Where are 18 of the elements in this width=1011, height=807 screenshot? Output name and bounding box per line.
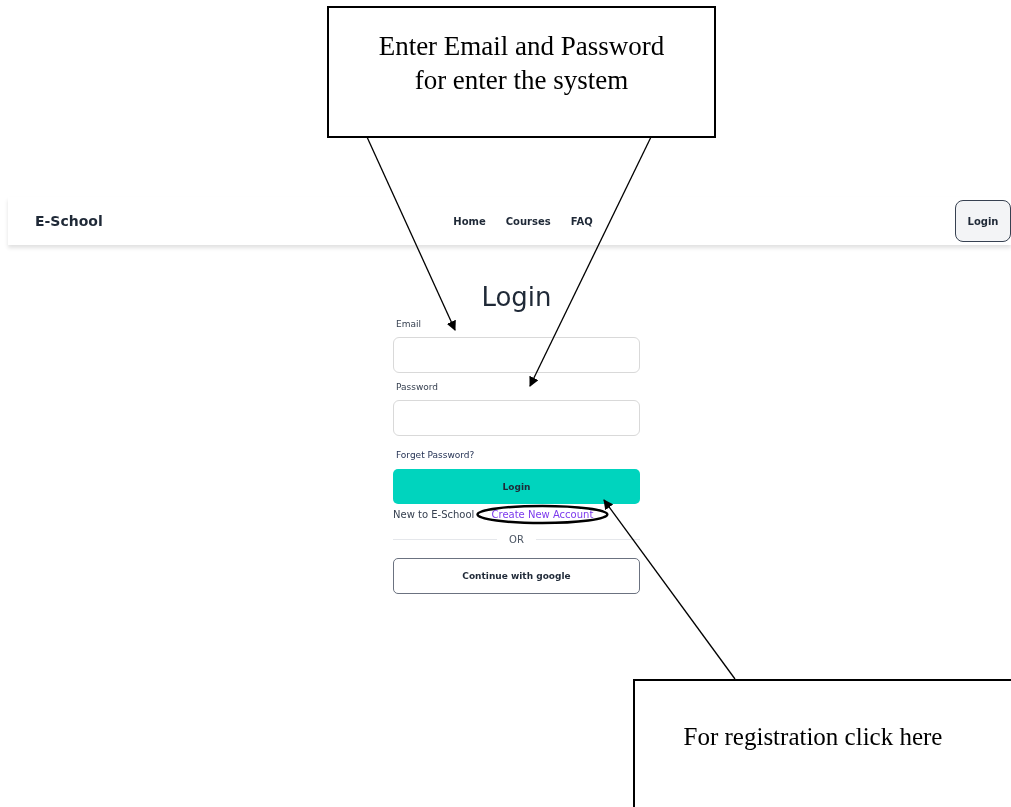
create-account-link[interactable]: Create New Account (491, 509, 594, 520)
logo-text: E-School (35, 213, 104, 229)
login-button[interactable]: Login (955, 200, 1011, 242)
nav-link[interactable]: Courses (505, 215, 551, 227)
signup-prompt: New to E-School (393, 509, 475, 520)
input-field[interactable] (393, 400, 640, 436)
divider-text: OR (509, 534, 524, 545)
input-field[interactable] (393, 337, 640, 373)
login-button[interactable]: Login (393, 469, 640, 504)
form-title: Login (480, 281, 553, 313)
nav-link[interactable]: Home (453, 215, 486, 227)
field-label: Password (396, 382, 440, 392)
google-button[interactable]: Continue with google (393, 558, 640, 594)
forgot-password-link[interactable]: Forget Password? (396, 450, 640, 460)
callout-text: Enter Email and Password for enter the system (378, 30, 665, 97)
callout-text: For registration click here (683, 722, 943, 752)
field-label: Email (396, 319, 422, 329)
nav-link[interactable]: FAQ (570, 215, 593, 227)
